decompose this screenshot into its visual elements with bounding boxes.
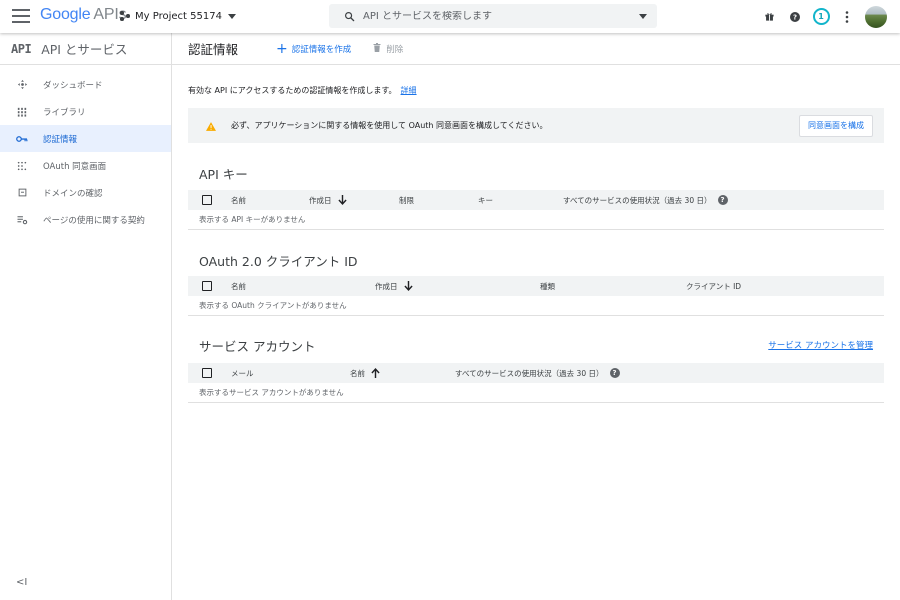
- service-accounts-empty-row: 表示するサービス アカウントがありません: [188, 383, 884, 403]
- library-icon: [16, 106, 28, 118]
- sidebar-title: API とサービス: [41, 42, 128, 57]
- warning-text: 必ず、アプリケーションに関する情報を使用して OAuth 同意画面を構成してくだ…: [231, 121, 548, 130]
- sidebar-header: API API とサービス: [0, 33, 171, 65]
- google-apis-logo[interactable]: Google APIs: [40, 6, 127, 24]
- column-header[interactable]: 名前: [231, 276, 246, 296]
- column-header: キー: [478, 195, 493, 205]
- oauth-empty-row: 表示する OAuth クライアントがありません: [188, 296, 884, 316]
- search-bar[interactable]: [329, 4, 657, 28]
- page-title: 認証情報: [188, 42, 239, 57]
- column-header[interactable]: メール: [231, 363, 254, 383]
- api-keys-table-header: 名前 作成日 制限 キー すべてのサービスの使用状況（過去 30 日） ?: [188, 190, 884, 210]
- arrow-down-icon: [337, 195, 347, 205]
- column-header[interactable]: 種類: [540, 276, 555, 296]
- search-dropdown-icon[interactable]: [639, 13, 647, 19]
- manage-service-accounts-link[interactable]: サービス アカウントを管理: [768, 339, 873, 351]
- intro-description: 有効な API にアクセスするための認証情報を作成します。: [188, 86, 397, 95]
- select-all-checkbox[interactable]: [202, 368, 212, 378]
- column-header-label: 名前: [350, 368, 365, 378]
- service-accounts-table-header: メール 名前 すべてのサービスの使用状況（過去 30 日） ?: [188, 363, 884, 383]
- select-all-checkbox[interactable]: [202, 281, 212, 291]
- column-header-label: 作成日: [309, 195, 332, 205]
- top-bar: GoogleAPIs My Project 55174 ? 1: [0, 0, 900, 33]
- trash-icon: [373, 42, 381, 55]
- sidebar-list: ダッシュボード ライブラリ 認証情報 OAuth 同意画面 ドメインの確認 ペー…: [0, 65, 171, 233]
- help-icon[interactable]: ?: [609, 368, 620, 378]
- project-name: My Project 55174: [135, 10, 222, 22]
- column-header: 制限: [399, 195, 414, 205]
- notification-count: 1: [812, 8, 830, 25]
- select-all-checkbox[interactable]: [202, 195, 212, 205]
- delete-label: 削除: [386, 44, 404, 55]
- collapse-sidebar-button[interactable]: <I: [16, 577, 27, 588]
- api-keys-empty-row: 表示する API キーがありません: [188, 210, 884, 230]
- column-header-usage: すべてのサービスの使用状況（過去 30 日） ?: [455, 363, 620, 383]
- sidebar-item-label: ドメインの確認: [43, 188, 103, 199]
- create-credentials-label: 認証情報を作成: [291, 44, 352, 55]
- logo-google: Google: [40, 6, 91, 23]
- oauth-table-header: 名前 作成日 種類 クライアント ID: [188, 276, 884, 296]
- sidebar-item-library[interactable]: ライブラリ: [0, 98, 171, 125]
- oauth-clients-title: OAuth 2.0 クライアント ID: [199, 254, 358, 269]
- help-icon[interactable]: ?: [717, 195, 728, 205]
- sidebar-item-label: ライブラリ: [43, 107, 86, 118]
- warning-banner: 必ず、アプリケーションに関する情報を使用して OAuth 同意画面を構成してくだ…: [188, 108, 884, 143]
- create-credentials-button[interactable]: + 認証情報を作成: [276, 40, 352, 57]
- key-icon: [16, 133, 28, 145]
- column-header[interactable]: 名前: [231, 190, 246, 210]
- delete-button[interactable]: 削除: [373, 42, 404, 55]
- project-selector[interactable]: My Project 55174: [116, 4, 244, 28]
- column-header-usage: すべてのサービスの使用状況（過去 30 日） ?: [563, 190, 728, 210]
- intro-text: 有効な API にアクセスするための認証情報を作成します。 詳細: [188, 85, 417, 96]
- dashboard-icon: [16, 79, 28, 91]
- plus-icon: +: [276, 40, 288, 57]
- learn-more-link[interactable]: 詳細: [401, 86, 417, 95]
- project-icon: [120, 11, 130, 21]
- help-icon[interactable]: ?: [783, 5, 807, 29]
- more-vert-icon[interactable]: [835, 5, 859, 29]
- api-keys-title: API キー: [199, 167, 248, 182]
- arrow-up-icon: [371, 368, 380, 378]
- sidebar: API API とサービス ダッシュボード ライブラリ 認証情報 OAuth 同…: [0, 33, 172, 600]
- agreements-icon: [16, 214, 28, 226]
- sidebar-item-credentials[interactable]: 認証情報: [0, 125, 171, 152]
- menu-icon[interactable]: [12, 9, 30, 23]
- sidebar-item-domain-verification[interactable]: ドメインの確認: [0, 179, 171, 206]
- domain-icon: [16, 187, 28, 199]
- configure-consent-screen-button[interactable]: 同意画面を構成: [799, 114, 873, 137]
- search-icon: [337, 11, 361, 22]
- sidebar-item-dashboard[interactable]: ダッシュボード: [0, 71, 171, 98]
- sidebar-item-label: ページの使用に関する契約: [43, 215, 145, 226]
- column-header-created[interactable]: 作成日: [309, 190, 347, 210]
- gift-icon[interactable]: [757, 5, 781, 29]
- main-content: 認証情報 + 認証情報を作成 削除 有効な API にアクセスするための認証情報…: [172, 33, 900, 600]
- column-header: クライアント ID: [686, 281, 742, 291]
- top-icons: ? 1: [755, 0, 900, 33]
- api-logo: API: [11, 41, 32, 56]
- column-header-label: 作成日: [375, 281, 398, 291]
- sidebar-item-page-usage-agreements[interactable]: ページの使用に関する契約: [0, 206, 171, 233]
- svg-text:?: ?: [793, 13, 797, 21]
- search-input[interactable]: [363, 10, 639, 22]
- warning-icon: [206, 116, 216, 135]
- service-accounts-title: サービス アカウント: [199, 339, 316, 354]
- sidebar-item-label: OAuth 同意画面: [43, 161, 107, 172]
- page-header: 認証情報 + 認証情報を作成 削除: [172, 33, 900, 65]
- sidebar-item-label: ダッシュボード: [43, 80, 103, 91]
- consent-icon: [16, 160, 28, 172]
- column-header-name[interactable]: 名前: [350, 363, 380, 383]
- column-header-label: すべてのサービスの使用状況（過去 30 日）: [455, 368, 604, 378]
- notifications-icon[interactable]: 1: [809, 5, 833, 29]
- avatar[interactable]: [865, 5, 887, 28]
- sidebar-item-label: 認証情報: [43, 134, 78, 145]
- sidebar-item-oauth-consent[interactable]: OAuth 同意画面: [0, 152, 171, 179]
- arrow-down-icon: [403, 281, 413, 291]
- column-header-label: すべてのサービスの使用状況（過去 30 日）: [563, 195, 712, 205]
- chevron-down-icon: [227, 13, 236, 19]
- column-header-created[interactable]: 作成日: [375, 276, 413, 296]
